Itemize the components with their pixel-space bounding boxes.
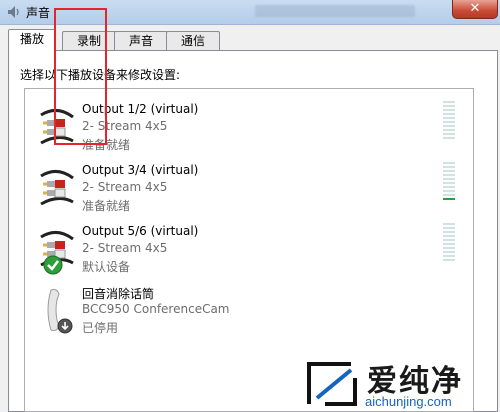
meter-segment (443, 166, 455, 168)
meter-segment (443, 125, 455, 127)
meter-segment (443, 223, 455, 225)
tab-communications[interactable]: 通信 (166, 31, 220, 50)
tab-recording[interactable]: 录制 (62, 31, 116, 50)
meter-segment (443, 235, 455, 237)
device-name: 回音消除话筒 (82, 287, 155, 301)
device-name: Output 1/2 (virtual) (82, 102, 199, 116)
volume-meter (443, 101, 455, 143)
meter-segment (443, 162, 455, 164)
logo-mark-icon (307, 362, 357, 406)
meter-segment (443, 109, 455, 111)
device-status: 已停用 (82, 321, 119, 335)
rca-cable-icon (40, 109, 74, 145)
meter-segment (443, 105, 455, 107)
meter-segment (443, 137, 455, 139)
title-bar: 声音 ✕ (0, 0, 500, 25)
device-subtitle: 2- Stream 4x5 (82, 180, 168, 194)
meter-segment (443, 129, 455, 131)
watermark-url: aichunjing.com (365, 394, 452, 409)
meter-segment (443, 251, 455, 253)
meter-segment (443, 231, 455, 233)
device-name: Output 5/6 (virtual) (82, 224, 199, 238)
device-subtitle: BCC950 ConferenceCam (82, 302, 230, 316)
meter-segment (443, 178, 455, 180)
tab-sounds[interactable]: 声音 (114, 31, 168, 50)
device-subtitle: 2- Stream 4x5 (82, 241, 168, 255)
meter-segment (443, 117, 455, 119)
meter-segment (443, 186, 455, 188)
meter-segment (443, 182, 455, 184)
rca-cable-icon (40, 170, 74, 206)
meter-segment (443, 198, 455, 200)
background-window-text (255, 5, 415, 17)
close-button[interactable]: ✕ (452, 0, 498, 19)
meter-segment (443, 174, 455, 176)
meter-segment (443, 247, 455, 249)
instruction-text: 选择以下播放设备来修改设置: (20, 68, 181, 82)
meter-segment (443, 121, 455, 123)
meter-segment (443, 239, 455, 241)
meter-segment (443, 113, 455, 115)
list-item-output-5-6[interactable]: Output 5/6 (virtual) 2- Stream 4x5 默认设备 (25, 221, 473, 281)
device-status: 准备就绪 (82, 199, 131, 213)
default-checkmark-icon (43, 255, 63, 275)
meter-segment (443, 243, 455, 245)
volume-meter (443, 162, 455, 204)
list-item-echo-cancel-mic[interactable]: 回音消除话筒 BCC950 ConferenceCam 已停用 (25, 282, 473, 342)
device-status: 准备就绪 (82, 138, 131, 152)
meter-segment (443, 133, 455, 135)
volume-meter (443, 223, 455, 265)
meter-segment (443, 255, 455, 257)
meter-segment (443, 259, 455, 261)
watermark-logo: 爱纯净 aichunjing.com (305, 356, 495, 412)
device-status: 默认设备 (82, 260, 131, 274)
device-name: Output 3/4 (virtual) (82, 163, 199, 177)
meter-segment (443, 194, 455, 196)
list-item-output-3-4[interactable]: Output 3/4 (virtual) 2- Stream 4x5 准备就绪 (25, 160, 473, 220)
list-item-output-1-2[interactable]: Output 1/2 (virtual) 2- Stream 4x5 准备就绪 (25, 99, 473, 159)
window-title: 声音 (26, 6, 51, 20)
meter-segment (443, 101, 455, 103)
meter-segment (443, 190, 455, 192)
meter-segment (443, 170, 455, 172)
meter-segment (443, 227, 455, 229)
speaker-icon (8, 6, 19, 18)
tab-playback[interactable]: 播放 (8, 29, 56, 51)
device-subtitle: 2- Stream 4x5 (82, 119, 168, 133)
disabled-arrow-icon (57, 318, 73, 334)
